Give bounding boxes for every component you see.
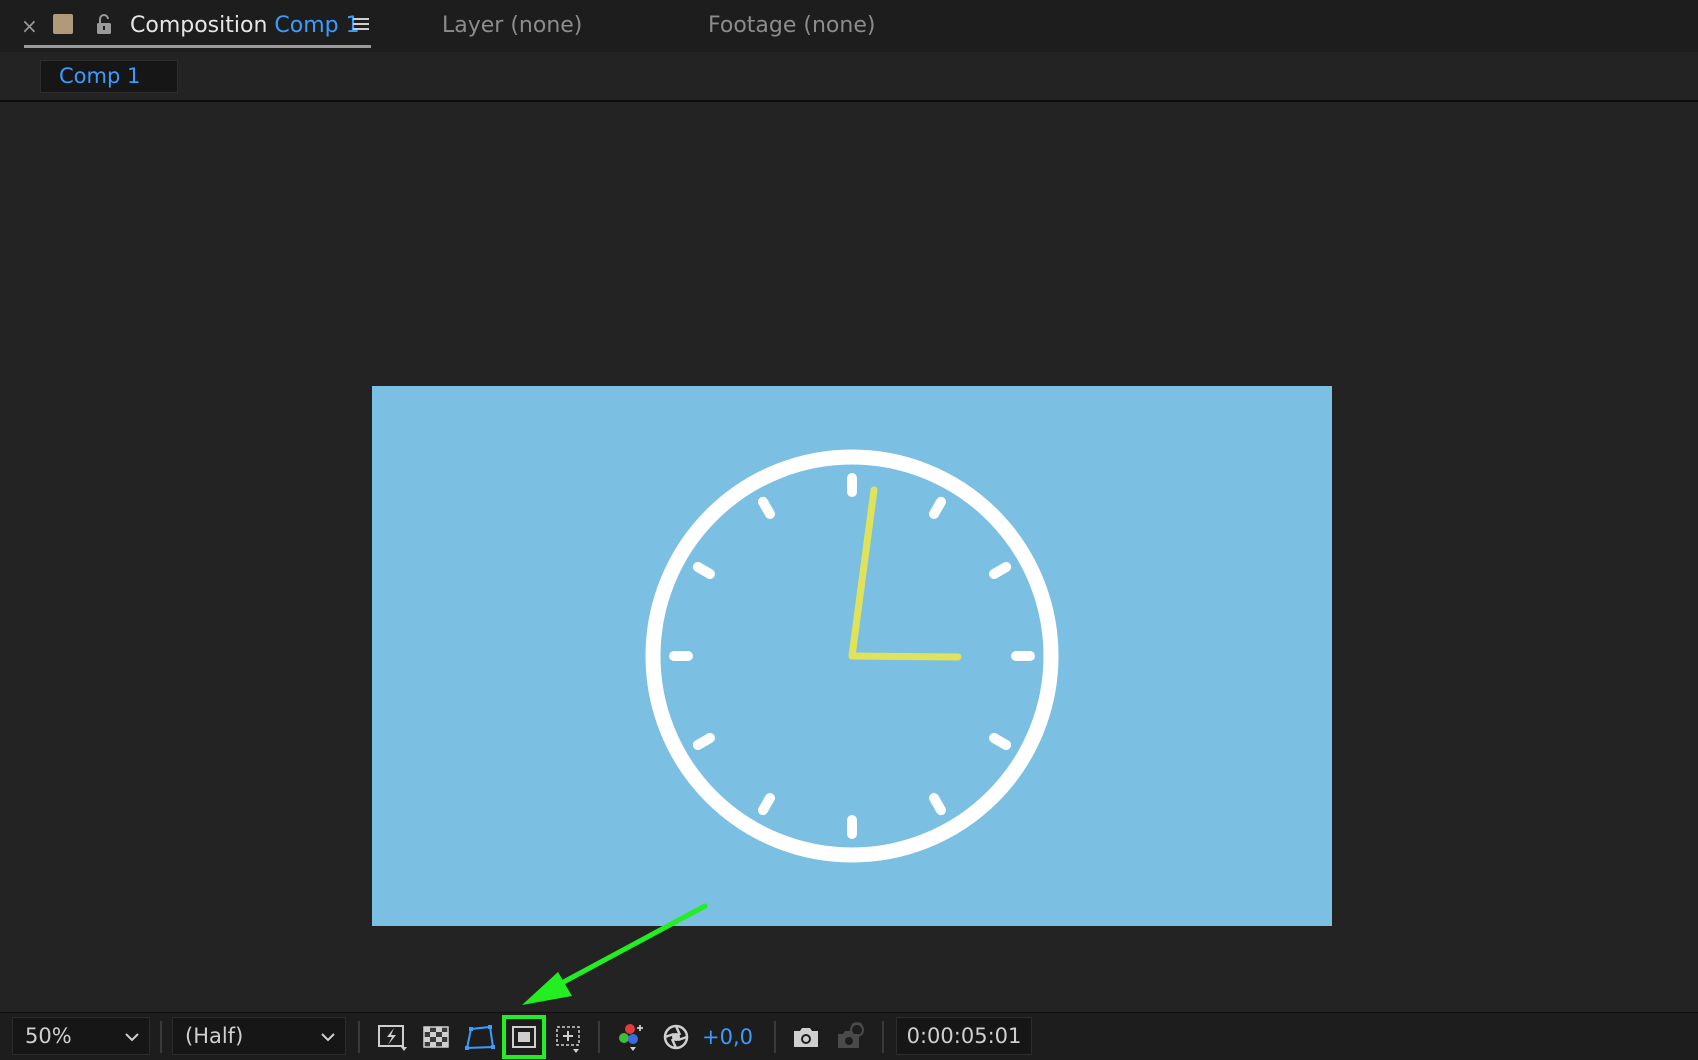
clock-tick <box>989 562 1012 579</box>
composition-frame[interactable] <box>372 386 1332 926</box>
region-of-interest-button[interactable] <box>502 1015 546 1059</box>
panel-menu-icon[interactable] <box>353 16 369 32</box>
tab-composition-label: Composition <box>130 13 268 38</box>
composition-panel: × Composition Comp 1 Layer (none) Footag… <box>0 0 1698 1060</box>
region-of-interest-icon <box>512 1026 536 1048</box>
breadcrumb-comp[interactable]: Comp 1 <box>40 60 178 93</box>
chevron-down-icon <box>125 1033 139 1042</box>
toolbar-divider <box>882 1021 884 1053</box>
show-snapshot-button[interactable] <box>832 1019 868 1055</box>
color-channel-icon <box>619 1024 643 1051</box>
tab-composition-name: Comp 1 <box>274 13 360 38</box>
label-color-swatch[interactable] <box>53 14 73 34</box>
clock-minute-hand <box>848 486 878 660</box>
tab-layer[interactable]: Layer (none) <box>442 12 582 40</box>
active-tab-underline <box>24 45 371 48</box>
clock-tick <box>929 793 946 816</box>
mask-visibility-icon <box>465 1025 495 1050</box>
clock-tick <box>758 496 775 519</box>
snapshot-icon <box>794 1028 818 1047</box>
lock-icon[interactable] <box>94 12 114 36</box>
color-channel-button[interactable] <box>614 1019 650 1055</box>
clock-hour-hand <box>848 652 962 661</box>
clock-tick <box>692 733 715 750</box>
tab-footage[interactable]: Footage (none) <box>708 12 875 40</box>
transparency-grid-button[interactable] <box>418 1019 454 1055</box>
magnification-value: 50% <box>25 1024 72 1048</box>
close-tab-icon[interactable]: × <box>21 14 38 38</box>
panel-tab-bar: × Composition Comp 1 Layer (none) Footag… <box>0 0 1698 52</box>
clock-tick <box>989 733 1012 750</box>
toolbar-divider <box>774 1021 776 1053</box>
clock-tick <box>929 496 946 519</box>
toolbar-divider <box>160 1021 162 1053</box>
fast-previews-icon <box>378 1025 407 1051</box>
toolbar-divider <box>598 1021 600 1053</box>
tab-composition[interactable]: Composition Comp 1 <box>130 12 360 40</box>
fast-previews-button[interactable] <box>374 1019 410 1055</box>
transparency-grid-icon <box>423 1026 449 1048</box>
resolution-dropdown[interactable]: (Half) <box>172 1017 346 1055</box>
take-snapshot-button[interactable] <box>788 1019 824 1055</box>
current-time-display[interactable]: 0:00:05:01 <box>896 1017 1032 1055</box>
clock-tick <box>692 562 715 579</box>
toolbar-divider <box>358 1021 360 1053</box>
grid-guides-button[interactable] <box>550 1019 586 1055</box>
clock-tick <box>758 793 775 816</box>
show-snapshot-icon <box>838 1022 864 1048</box>
grid-guides-icon <box>556 1026 580 1053</box>
composition-viewer[interactable] <box>4 102 1694 1012</box>
chevron-down-icon <box>321 1033 335 1042</box>
mask-visibility-button[interactable] <box>462 1019 498 1055</box>
composition-navigator: Comp 1 <box>0 52 1698 102</box>
exposure-reset-icon <box>663 1024 689 1050</box>
exposure-value[interactable]: +0,0 <box>702 1023 753 1051</box>
magnification-dropdown[interactable]: 50% <box>12 1017 150 1055</box>
viewer-toolbar: 50% (Half) +0,0 0:00:05:01 <box>0 1012 1698 1060</box>
exposure-reset-button[interactable] <box>658 1019 694 1055</box>
resolution-value: (Half) <box>185 1024 244 1048</box>
clock-graphic <box>645 449 1059 863</box>
